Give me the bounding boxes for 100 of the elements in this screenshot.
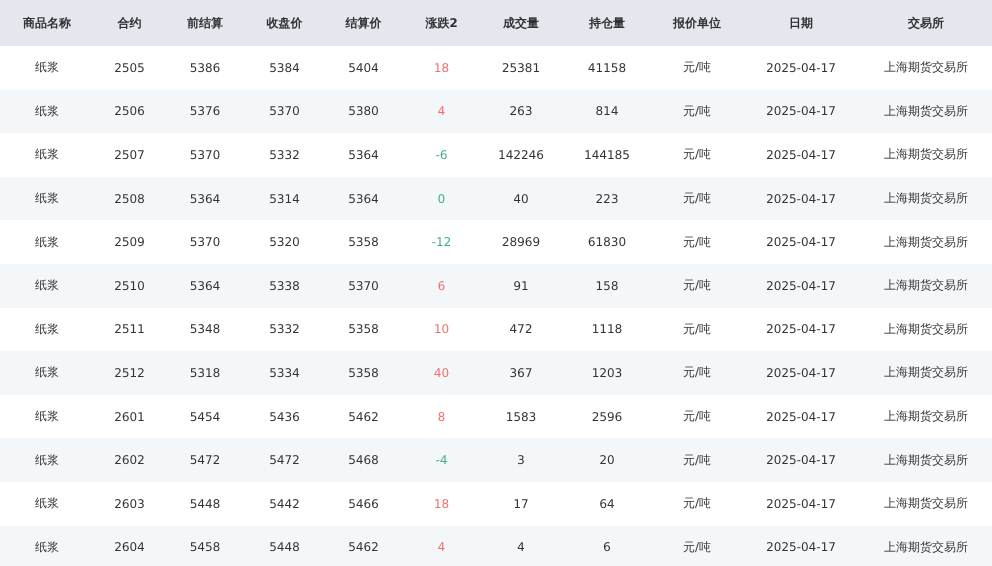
table-cell: 2025-04-17 (766, 148, 836, 162)
table-cell: 142246 (498, 148, 544, 162)
table-cell: 5384 (269, 60, 300, 75)
table-cell: 5404 (348, 60, 379, 75)
column-header: 收盘价 (266, 14, 302, 32)
table-cell: 0 (438, 192, 446, 206)
table-cell: 5462 (348, 410, 379, 424)
table-cell: 2510 (114, 278, 145, 293)
table-cell: 2025-04-17 (766, 453, 836, 468)
table-cell: 上海期货交易所 (884, 277, 968, 294)
table-cell: 2509 (114, 235, 145, 250)
table-cell: -4 (436, 453, 448, 468)
table-cell: 5448 (190, 496, 220, 511)
table-cell: 元/吨 (682, 234, 712, 251)
table-cell: 5358 (348, 366, 379, 380)
table-cell: 5370 (190, 235, 220, 250)
column-header: 涨跌2 (425, 14, 458, 32)
table-cell: 1118 (592, 322, 622, 336)
table-cell: 158 (596, 278, 618, 293)
table-cell: 40 (434, 366, 450, 380)
table-cell: 2025-04-17 (766, 496, 836, 511)
table-cell: 5320 (269, 235, 300, 250)
table-cell: 91 (513, 278, 529, 293)
table-cell: 2025-04-17 (766, 322, 836, 336)
table-cell: 元/吨 (682, 538, 712, 556)
table-cell: 2596 (592, 410, 622, 424)
table-cell: 上海期货交易所 (884, 452, 968, 469)
table-cell: 5370 (190, 148, 220, 162)
table-cell: 5370 (269, 104, 300, 118)
table-cell: 5376 (190, 104, 220, 118)
table-cell: 18 (434, 496, 450, 511)
column-header: 成交量 (503, 14, 539, 32)
table-cell: 纸浆 (35, 234, 59, 251)
table-cell: 4 (517, 540, 525, 554)
table-cell: 5364 (348, 192, 379, 206)
table-cell: 5386 (190, 60, 220, 75)
table-cell: 元/吨 (682, 364, 712, 382)
table-cell: 61830 (588, 235, 626, 250)
table-cell: 纸浆 (35, 190, 59, 208)
table-cell: 元/吨 (682, 102, 712, 120)
table-cell: 2025-04-17 (766, 366, 836, 380)
table-cell: 18 (434, 60, 450, 75)
table-cell: 5318 (190, 366, 220, 380)
table-cell: 纸浆 (35, 102, 59, 120)
table-cell: 5442 (269, 496, 300, 511)
column-header: 报价单位 (673, 14, 721, 32)
table-cell: 10 (434, 322, 450, 336)
table-cell: 纸浆 (35, 59, 59, 76)
table-cell: 2604 (114, 540, 145, 554)
column-header: 前结算 (187, 14, 223, 32)
table-cell: 纸浆 (35, 320, 59, 338)
table-cell: 5458 (190, 540, 220, 554)
table-cell: -6 (436, 148, 448, 162)
table-cell: 5332 (269, 148, 300, 162)
table-cell: 纸浆 (35, 452, 59, 469)
table-cell: -12 (432, 235, 452, 250)
table-cell: 472 (510, 322, 532, 336)
table-cell: 5334 (269, 366, 300, 380)
table-cell: 5338 (269, 278, 300, 293)
table-cell: 元/吨 (682, 146, 712, 164)
table-cell: 2511 (114, 322, 145, 336)
table-cell: 3 (517, 453, 525, 468)
table-cell: 2508 (114, 192, 145, 206)
table-cell: 元/吨 (682, 408, 712, 426)
table-cell: 上海期货交易所 (884, 146, 968, 164)
table-cell: 1203 (592, 366, 622, 380)
table-cell: 2025-04-17 (766, 410, 836, 424)
table-cell: 17 (513, 496, 529, 511)
column-header: 交易所 (908, 14, 944, 32)
table-cell: 2506 (114, 104, 145, 118)
table-cell: 5348 (190, 322, 220, 336)
column-header: 商品名称 (23, 14, 71, 32)
table-cell: 元/吨 (682, 320, 712, 338)
table-cell: 8 (438, 410, 446, 424)
table-cell: 5364 (190, 278, 220, 293)
column-header: 持仓量 (589, 14, 625, 32)
table-cell: 上海期货交易所 (884, 364, 968, 382)
table-cell: 2512 (114, 366, 145, 380)
table-cell: 纸浆 (35, 146, 59, 164)
table-cell: 2025-04-17 (766, 60, 836, 75)
table-cell: 64 (599, 496, 615, 511)
table-cell: 5472 (269, 453, 300, 468)
table-cell: 40 (513, 192, 529, 206)
table-cell: 5454 (190, 410, 220, 424)
table-cell: 上海期货交易所 (884, 408, 968, 426)
table-cell: 2025-04-17 (766, 278, 836, 293)
table-cell: 上海期货交易所 (884, 320, 968, 338)
table-cell: 2507 (114, 148, 145, 162)
table-cell: 223 (596, 192, 618, 206)
table-cell: 5332 (269, 322, 300, 336)
table-cell: 元/吨 (682, 59, 712, 76)
table-cell: 5364 (348, 148, 379, 162)
column-header: 结算价 (346, 14, 382, 32)
column-header: 合约 (118, 14, 142, 32)
table-cell: 上海期货交易所 (884, 495, 968, 512)
table-cell: 20 (599, 453, 615, 468)
table-cell: 上海期货交易所 (884, 59, 968, 76)
table-cell: 5364 (190, 192, 220, 206)
table-cell: 5370 (348, 278, 379, 293)
table-cell: 5436 (269, 410, 300, 424)
